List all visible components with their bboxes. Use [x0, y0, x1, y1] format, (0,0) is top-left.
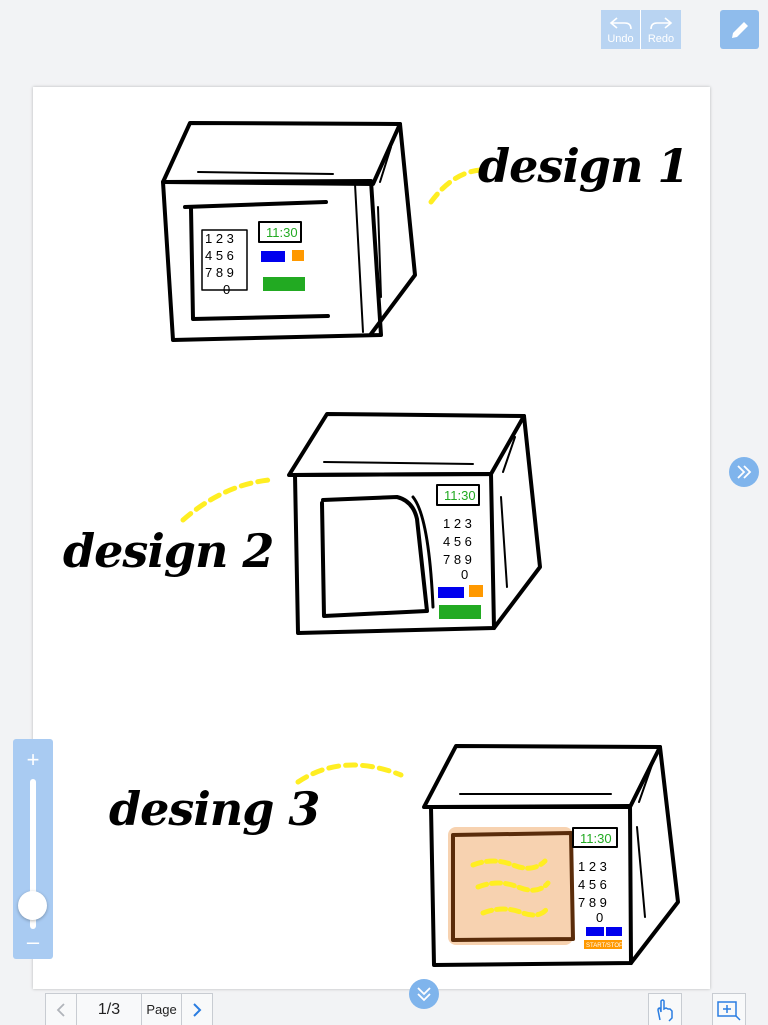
zoom-knob[interactable] — [18, 891, 47, 920]
page-navigator: 1/3 Page — [45, 993, 213, 1025]
hand-tool-button[interactable] — [648, 993, 682, 1025]
add-page-button[interactable] — [712, 993, 746, 1025]
microwave-sketch-1: 11:30 1 2 3 4 5 6 7 8 9 0 — [161, 121, 484, 342]
hand-pointer-icon — [657, 998, 673, 1022]
svg-text:11:30: 11:30 — [444, 488, 476, 503]
redo-button[interactable]: Redo — [641, 10, 681, 49]
svg-text:1 2 3: 1 2 3 — [443, 516, 472, 531]
caption-design-3: desing 3 — [109, 782, 320, 836]
svg-text:0: 0 — [596, 910, 603, 925]
chevron-right-icon — [193, 1002, 202, 1017]
svg-text:7 8 9: 7 8 9 — [443, 552, 472, 567]
svg-text:11:30: 11:30 — [266, 225, 298, 240]
svg-text:11:30: 11:30 — [580, 831, 612, 846]
svg-text:0: 0 — [223, 282, 230, 297]
zoom-slider[interactable]: + – — [13, 739, 53, 959]
caption-design-1: design 1 — [478, 139, 689, 193]
zoom-in-button[interactable]: + — [13, 749, 53, 771]
undo-icon — [609, 16, 632, 29]
add-frame-icon — [717, 1000, 741, 1021]
svg-text:4 5 6: 4 5 6 — [443, 534, 472, 549]
start-stop-label: START/STOP — [586, 943, 623, 949]
page-number: 1/3 — [77, 994, 142, 1025]
redo-icon — [650, 16, 673, 29]
svg-text:1 2 3: 1 2 3 — [205, 231, 234, 246]
next-page-small-button[interactable] — [182, 994, 212, 1025]
pencil-icon — [731, 21, 748, 38]
redo-label: Redo — [647, 32, 675, 45]
undo-label: Undo — [607, 32, 634, 45]
svg-text:7 8 9: 7 8 9 — [205, 265, 234, 280]
svg-text:4 5 6: 4 5 6 — [578, 877, 607, 892]
double-chevron-down-icon — [417, 987, 431, 1002]
microwave-sketch-3: 11:30 1 2 3 4 5 6 7 8 9 0 START/STOP — [295, 744, 680, 967]
chevron-left-icon — [56, 1002, 65, 1017]
double-chevron-right-icon — [737, 465, 752, 479]
next-page-button[interactable] — [729, 457, 759, 487]
svg-text:7 8 9: 7 8 9 — [578, 895, 607, 910]
svg-text:0: 0 — [461, 567, 468, 582]
zoom-out-button[interactable]: – — [13, 931, 53, 953]
svg-text:1 2 3: 1 2 3 — [578, 859, 607, 874]
drawing-canvas[interactable]: 11:30 1 2 3 4 5 6 7 8 9 0 11:30 1 2 3 4 … — [33, 87, 710, 989]
svg-text:4 5 6: 4 5 6 — [205, 248, 234, 263]
pen-tool-button[interactable] — [720, 10, 759, 49]
previous-page-button[interactable] — [46, 994, 77, 1025]
scroll-down-button[interactable] — [409, 979, 439, 1009]
undo-button[interactable]: Undo — [601, 10, 641, 49]
page-label: Page — [142, 994, 182, 1025]
caption-design-2: design 2 — [63, 524, 274, 578]
